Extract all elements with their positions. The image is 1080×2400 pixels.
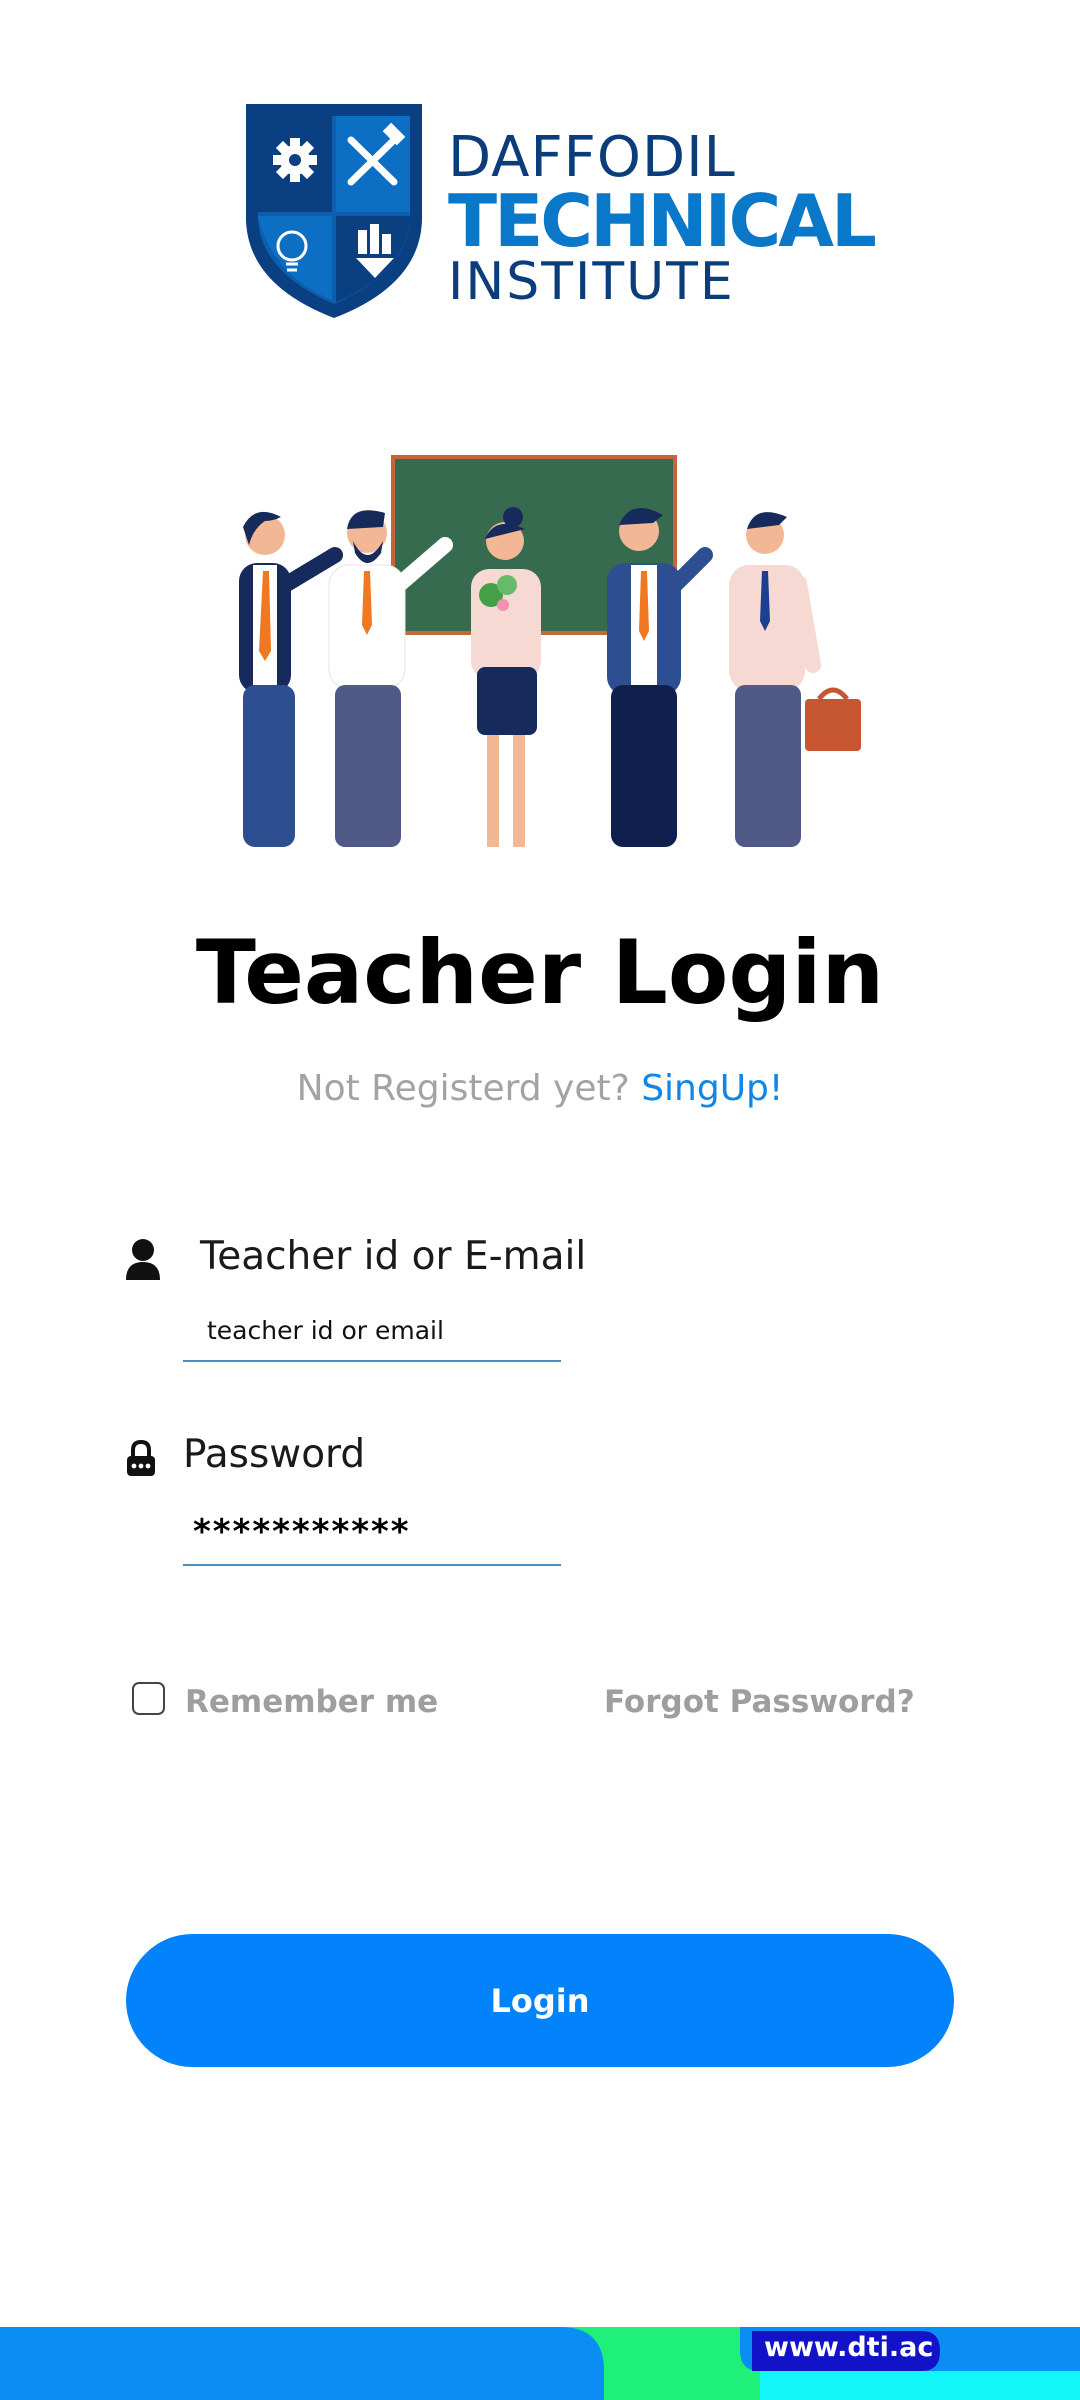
logo-text-line2: TECHNICAL: [448, 179, 877, 263]
password-label: Password: [183, 1432, 366, 1477]
footer-url: www.dti.ac: [764, 2332, 934, 2363]
shield-logo-icon: [246, 104, 422, 318]
login-button[interactable]: Login: [126, 1934, 954, 2067]
password-input[interactable]: [183, 1500, 561, 1566]
remember-me-checkbox[interactable]: [132, 1682, 165, 1715]
user-icon: [126, 1239, 160, 1280]
remember-me-checkbox-wrap: [132, 1682, 165, 1715]
institute-name: DAFFODIL TECHNICAL INSTITUTE: [448, 125, 877, 312]
signup-prompt-text: Not Registerd yet?: [296, 1068, 630, 1109]
signup-prompt: Not Registerd yet? SingUp!: [0, 1068, 1080, 1109]
institute-logo: DAFFODIL TECHNICAL INSTITUTE: [244, 100, 877, 320]
page-title: Teacher Login: [195, 921, 885, 1024]
teachers-illustration: [239, 455, 861, 847]
lock-icon: [127, 1440, 155, 1476]
teacher-id-label: Teacher id or E-mail: [200, 1234, 587, 1279]
logo-text-line1: DAFFODIL: [448, 125, 736, 190]
remember-me-label[interactable]: Remember me: [185, 1684, 438, 1720]
forgot-password-link[interactable]: Forgot Password?: [604, 1684, 915, 1720]
signup-link[interactable]: SingUp!: [641, 1068, 783, 1109]
logo-text-line3: INSTITUTE: [448, 252, 735, 312]
teacher-id-input[interactable]: [183, 1300, 561, 1362]
